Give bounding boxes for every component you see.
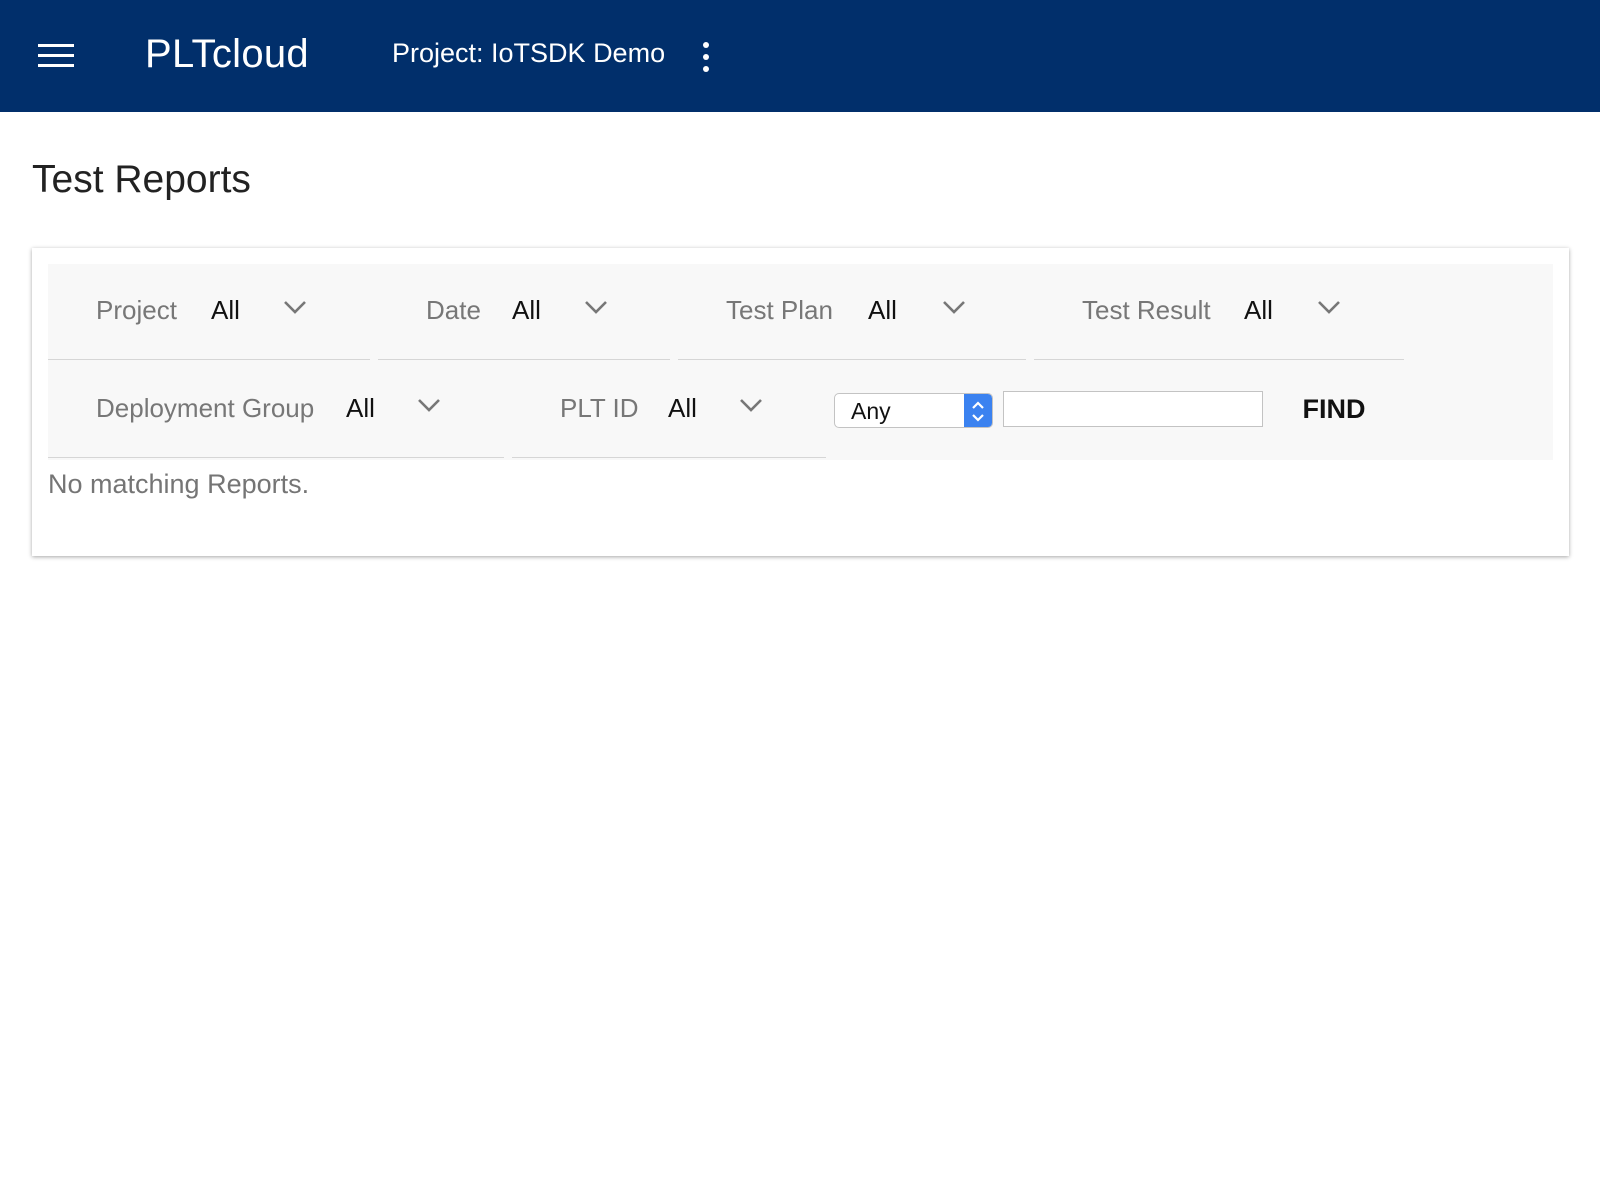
- filter-test-result[interactable]: Test Result All: [1034, 264, 1404, 360]
- filter-test-result-value: All: [1244, 295, 1273, 325]
- hamburger-menu-icon[interactable]: [36, 44, 76, 70]
- filter-deployment-group-value: All: [346, 393, 375, 423]
- brand-name[interactable]: PLTcloud: [145, 32, 309, 77]
- match-type-value: Any: [851, 398, 891, 424]
- filter-test-result-label: Test Result: [1082, 295, 1211, 325]
- filter-project[interactable]: Project All: [48, 264, 370, 360]
- match-type-select[interactable]: Any: [834, 393, 993, 428]
- more-vertical-icon[interactable]: [696, 40, 716, 74]
- filter-date-value: All: [512, 295, 541, 325]
- filter-project-label: Project: [96, 295, 177, 325]
- filter-date-label: Date: [426, 295, 481, 325]
- current-project-title: Project: IoTSDK Demo: [392, 38, 666, 68]
- page-title: Test Reports: [32, 158, 251, 201]
- filter-deployment-group[interactable]: Deployment Group All: [48, 362, 504, 458]
- filter-plt-id-label: PLT ID: [560, 393, 639, 423]
- chevron-down-icon: [585, 301, 607, 314]
- empty-results-message: No matching Reports.: [48, 469, 310, 499]
- filter-date[interactable]: Date All: [378, 264, 670, 360]
- search-input[interactable]: [1003, 391, 1263, 427]
- chevron-down-icon: [740, 399, 762, 412]
- app-bar: PLTcloud Project: IoTSDK Demo: [0, 0, 1600, 112]
- chevron-down-icon: [1318, 301, 1340, 314]
- filter-test-plan-label: Test Plan: [726, 295, 833, 325]
- filter-deployment-group-label: Deployment Group: [96, 393, 315, 423]
- find-button[interactable]: FIND: [1284, 386, 1384, 432]
- filter-plt-id-value: All: [668, 393, 697, 423]
- filter-plt-id[interactable]: PLT ID All: [512, 362, 826, 458]
- chevron-down-icon: [418, 399, 440, 412]
- filter-panel: Project All Date All Test Plan All Test …: [48, 264, 1553, 460]
- filter-test-plan-value: All: [868, 295, 897, 325]
- chevron-down-icon: [284, 301, 306, 314]
- select-stepper-icon: [964, 394, 992, 427]
- chevron-down-icon: [943, 301, 965, 314]
- filter-project-value: All: [211, 295, 240, 325]
- filter-test-plan[interactable]: Test Plan All: [678, 264, 1026, 360]
- reports-card: Project All Date All Test Plan All Test …: [32, 248, 1569, 556]
